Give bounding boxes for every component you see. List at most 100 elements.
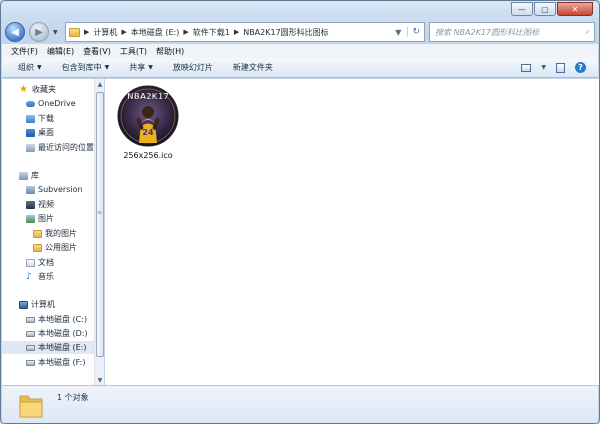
nav-videos[interactable]: 视频 (2, 198, 94, 211)
scroll-up-icon[interactable]: ▲ (95, 81, 105, 88)
new-folder-label: 新建文件夹 (232, 63, 273, 72)
command-bar: 组织 ▼ 包含到库中 ▼ 共享 ▼ 放映幻灯片 新建文件夹 ▼ ? (2, 58, 598, 78)
maximize-button[interactable]: ▢ (534, 2, 556, 16)
nav-subversion[interactable]: Subversion (2, 183, 94, 196)
share-label: 共享 (129, 63, 146, 72)
scroll-thumb[interactable] (96, 92, 104, 357)
organize-button[interactable]: 组织 ▼ (18, 62, 42, 73)
nav-public-pictures[interactable]: 公用图片 (2, 241, 94, 254)
nav-favorites[interactable]: ★ 收藏夹 (2, 83, 94, 96)
menu-file[interactable]: 文件(F) (11, 46, 38, 57)
caption-buttons: — ▢ ✕ (511, 2, 593, 16)
minimize-button[interactable]: — (511, 2, 533, 16)
breadcrumb-downloads-folder[interactable]: 软件下载1 (193, 27, 230, 38)
search-input[interactable]: 搜索 NBA2K17圆形科比图标 ⌕ (429, 22, 595, 42)
navigation-pane: ★ 收藏夹 OneDrive 下载 桌面 最近访问的位置 库 Subversio… (2, 79, 94, 385)
nav-scrollbar[interactable]: ▲ ≡ ▼ (94, 79, 104, 385)
chevron-right-icon[interactable]: ▶ (121, 28, 126, 36)
nav-label: 公用图片 (45, 243, 77, 252)
recent-pages-dropdown[interactable]: ▼ (53, 29, 61, 36)
explorer-window: — ▢ ✕ ◀ ▶ ▼ ▶ 计算机 ▶ 本地磁盘 (E:) ▶ 软件下载1 ▶ … (0, 0, 600, 424)
nav-label: 我的图片 (45, 229, 77, 238)
folder-icon (33, 229, 42, 238)
cloud-icon (26, 100, 35, 107)
change-view-icon[interactable] (521, 63, 532, 72)
hard-drive-icon (26, 359, 35, 366)
share-button[interactable]: 共享 ▼ (129, 62, 153, 73)
hard-drive-icon (26, 316, 35, 323)
back-button[interactable]: ◀ (5, 22, 25, 42)
nav-drive-e[interactable]: 本地磁盘 (E:) (2, 341, 94, 354)
nav-music[interactable]: ♪ 音乐 (2, 270, 94, 283)
chevron-right-icon[interactable]: ▶ (84, 28, 89, 36)
breadcrumb-computer[interactable]: 计算机 (93, 27, 117, 38)
menu-view[interactable]: 查看(V) (83, 46, 111, 57)
subversion-icon (26, 185, 35, 194)
video-library-icon (26, 200, 35, 209)
menu-help[interactable]: 帮助(H) (156, 46, 184, 57)
star-icon: ★ (19, 83, 28, 95)
menu-edit[interactable]: 编辑(E) (47, 46, 74, 57)
address-bar[interactable]: ▶ 计算机 ▶ 本地磁盘 (E:) ▶ 软件下载1 ▶ NBA2K17圆形科比图… (65, 22, 425, 42)
file-name[interactable]: 256x256.ico (123, 151, 172, 160)
nav-downloads[interactable]: 下载 (2, 112, 94, 125)
address-controls: ▼ ↻ (395, 27, 424, 37)
nav-label: 音乐 (38, 272, 54, 281)
address-row: ◀ ▶ ▼ ▶ 计算机 ▶ 本地磁盘 (E:) ▶ 软件下载1 ▶ NBA2K1… (5, 21, 595, 43)
toolbar-right: ▼ ? (521, 62, 598, 73)
nav-drive-d[interactable]: 本地磁盘 (D:) (2, 327, 94, 340)
picture-library-icon (26, 214, 35, 223)
nav-drive-c[interactable]: 本地磁盘 (C:) (2, 313, 94, 326)
nav-my-pictures[interactable]: 我的图片 (2, 227, 94, 240)
nav-documents[interactable]: 文档 (2, 256, 94, 269)
nav-label: 文档 (38, 258, 54, 267)
nav-drive-f[interactable]: 本地磁盘 (F:) (2, 356, 94, 369)
chevron-right-icon[interactable]: ▶ (183, 28, 188, 36)
file-item[interactable]: 24 NBA2K17 256x256.ico (116, 85, 180, 160)
nav-label: 本地磁盘 (E:) (38, 343, 87, 352)
desktop-icon (26, 128, 35, 137)
nav-label: 视频 (38, 200, 54, 209)
address-dropdown-icon[interactable]: ▼ (395, 28, 401, 37)
close-button[interactable]: ✕ (557, 2, 593, 16)
help-icon[interactable]: ? (575, 62, 586, 73)
item-count: 1 个对象 (57, 393, 89, 402)
file-list[interactable]: 24 NBA2K17 256x256.ico (105, 79, 599, 385)
folder-icon (19, 395, 43, 418)
hard-drive-icon (26, 330, 35, 337)
nav-label: Subversion (38, 185, 83, 194)
chevron-right-icon[interactable]: ▶ (234, 28, 239, 36)
new-folder-button[interactable]: 新建文件夹 (233, 62, 273, 73)
slideshow-button[interactable]: 放映幻灯片 (173, 62, 213, 73)
nav-label: 本地磁盘 (D:) (38, 329, 88, 338)
nav-label: 本地磁盘 (C:) (38, 315, 88, 324)
nav-recent-places[interactable]: 最近访问的位置 (2, 141, 94, 154)
forward-button[interactable]: ▶ (29, 22, 49, 42)
document-library-icon (26, 258, 35, 267)
nav-label: 最近访问的位置 (38, 143, 94, 152)
nav-pictures[interactable]: 图片 (2, 212, 94, 225)
nav-computer[interactable]: 计算机 (2, 298, 94, 311)
include-in-library-button[interactable]: 包含到库中 ▼ (62, 62, 110, 73)
preview-pane-icon[interactable] (556, 62, 565, 73)
nav-onedrive[interactable]: OneDrive (2, 97, 94, 110)
svg-text:24: 24 (142, 128, 154, 137)
nav-label: 图片 (38, 214, 54, 223)
breadcrumb-drive-e[interactable]: 本地磁盘 (E:) (131, 27, 180, 38)
nav-libraries[interactable]: 库 (2, 169, 94, 182)
details-pane: 1 个对象 (2, 385, 598, 423)
scroll-down-icon[interactable]: ▼ (95, 377, 105, 384)
folder-icon (33, 243, 42, 252)
music-note-icon: ♪ (26, 271, 32, 282)
breadcrumb-current-folder[interactable]: NBA2K17圆形科比图标 (243, 27, 328, 38)
menu-tools[interactable]: 工具(T) (120, 46, 147, 57)
nav-desktop[interactable]: 桌面 (2, 126, 94, 139)
hard-drive-icon (26, 344, 35, 351)
library-icon (19, 171, 28, 180)
slideshow-label: 放映幻灯片 (172, 63, 213, 72)
folder-icon (69, 27, 80, 37)
view-dropdown-icon[interactable]: ▼ (541, 64, 546, 71)
menu-bar: 文件(F) 编辑(E) 查看(V) 工具(T) 帮助(H) (2, 44, 598, 58)
organize-label: 组织 (18, 63, 34, 72)
refresh-icon[interactable]: ↻ (407, 27, 420, 37)
